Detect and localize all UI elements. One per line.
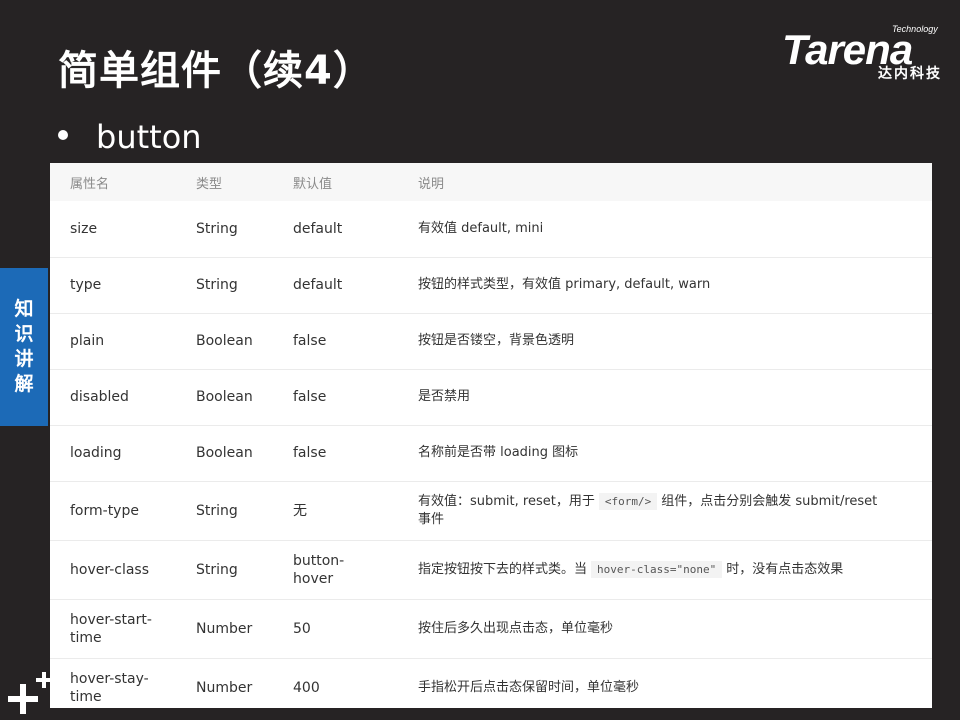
side-tab-char: 讲 [14,348,34,370]
cell-default: default [293,201,418,258]
table-row: disabled Boolean false 是否禁用 [50,369,932,426]
table-row: size String default 有效值 default, mini [50,201,932,258]
cell-type: String [196,481,293,541]
plus-decoration-icon [6,672,54,716]
description-text: 组件，点击分别会触发 submit/reset [661,493,878,509]
header-type: 类型 [196,163,293,201]
table-row: hover-start- time Number 50 按住后多久出现点击态，单… [50,599,932,659]
cell-name: hover-stay- time [50,658,196,708]
cell-description: 有效值 default, mini [418,201,932,258]
header-default: 默认值 [293,163,418,201]
cell-name: hover-start- time [50,599,196,659]
cell-default: false [293,369,418,426]
bullet-item: button [58,118,202,156]
table-row: hover-stay- time Number 400 手指松开后点击态保留时间… [50,658,932,708]
cell-description: 按住后多久出现点击态，单位毫秒 [418,599,932,659]
inline-code: hover-class="none" [591,560,723,578]
cell-type: Boolean [196,369,293,426]
description-text: 有效值：submit, reset，用于 [418,493,595,509]
side-tab-char: 知 [14,298,34,320]
bullet-text: button [96,118,202,156]
cell-name: type [50,257,196,314]
name-line: time [70,688,102,705]
cell-description: 按钮的样式类型，有效值 primary, default, warn [418,257,932,314]
cell-default: false [293,313,418,370]
table-row: form-type String 无 有效值：submit, reset，用于 <… [50,481,932,541]
name-line: time [70,629,102,646]
cell-description: 按钮是否镂空，背景色透明 [418,313,932,370]
cell-name: hover-class [50,540,196,600]
name-line: hover-stay- [70,670,149,687]
cell-name: plain [50,313,196,370]
side-tab-char: 识 [14,323,34,345]
default-line: button- [293,552,345,569]
cell-name: loading [50,425,196,482]
cell-type: Number [196,658,293,708]
cell-description: 指定按钮按下去的样式类。当 hover-class="none" 时，没有点击态效果 [418,540,932,600]
cell-default: 无 [293,481,418,541]
cell-default: default [293,257,418,314]
cell-default: 50 [293,599,418,659]
cell-description: 有效值：submit, reset，用于 <form/> 组件，点击分别会触发 su… [418,481,932,541]
table-row: loading Boolean false 名称前是否带 loading 图标 [50,425,932,482]
bullet-dot-icon [58,130,68,140]
table-row: hover-class String button- hover 指定按钮按下去… [50,540,932,600]
description-line: 事件 [418,511,445,527]
cell-type: Number [196,599,293,659]
table-row: plain Boolean false 按钮是否镂空，背景色透明 [50,313,932,370]
cell-default: false [293,425,418,482]
cell-name: size [50,201,196,258]
description-text: 时，没有点击态效果 [726,561,844,577]
cell-default: 400 [293,658,418,708]
description-text: 指定按钮按下去的样式类。当 [418,561,588,577]
inline-code: <form/> [598,492,658,510]
cell-name: disabled [50,369,196,426]
description-line: 有效值：submit, reset，用于 <form/> 组件，点击分别会触发 su… [418,492,932,511]
table-header-row: 属性名 类型 默认值 说明 [50,163,932,201]
default-line: hover [293,570,334,587]
cell-type: Boolean [196,313,293,370]
cell-name: form-type [50,481,196,541]
header-description: 说明 [418,163,932,201]
cell-type: String [196,257,293,314]
logo-cn-text: 达内科技 [878,66,942,82]
cell-description: 名称前是否带 loading 图标 [418,425,932,482]
cell-type: Boolean [196,425,293,482]
side-tab-knowledge: 知 识 讲 解 [0,268,48,426]
name-line: hover-start- [70,611,152,628]
logo-technology-text: Technology [892,24,938,34]
header-name: 属性名 [50,163,196,201]
cell-type: String [196,540,293,600]
side-tab-char: 解 [14,373,34,395]
cell-description: 手指松开后点击态保留时间，单位毫秒 [418,658,932,708]
cell-type: String [196,201,293,258]
cell-default: button- hover [293,540,418,600]
tarena-logo: Tarena Technology 达内科技 [780,22,950,84]
property-table: 属性名 类型 默认值 说明 size String default 有效值 de… [50,163,932,708]
table-row: type String default 按钮的样式类型，有效值 primary,… [50,257,932,314]
cell-description: 是否禁用 [418,369,932,426]
slide-title: 简单组件（续4） [58,48,374,94]
